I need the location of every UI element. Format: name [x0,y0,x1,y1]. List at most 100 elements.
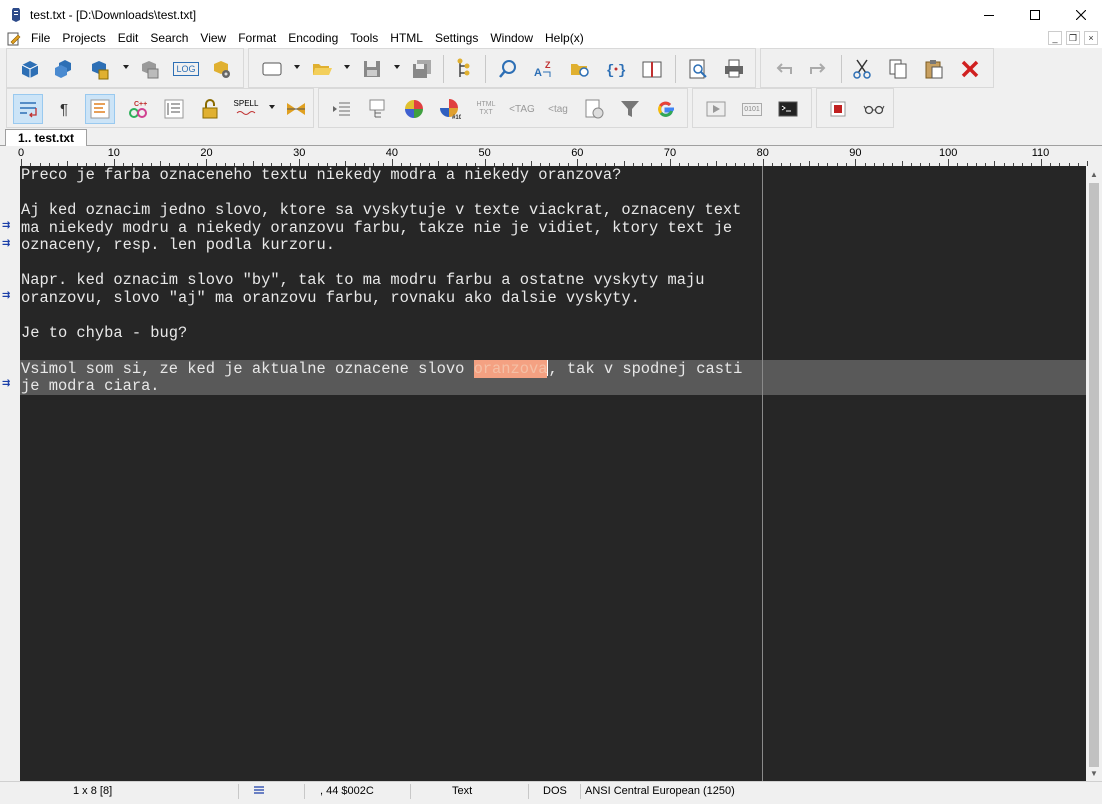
record-macro-button[interactable] [823,94,853,124]
console-button[interactable] [773,94,803,124]
editor-line[interactable]: je modra ciara. [21,377,160,396]
open-project-button[interactable] [49,54,79,84]
dropdown-arrow-icon[interactable] [294,65,300,69]
dropdown-arrow-icon[interactable] [269,105,275,109]
new-project-button[interactable] [15,54,45,84]
menu-file[interactable]: File [25,29,56,48]
menu-encoding[interactable]: Encoding [282,29,344,48]
menu-html[interactable]: HTML [384,29,429,48]
open-file-button[interactable] [307,54,337,84]
editor-line-current[interactable]: Vsimol som si, ze ked je aktualne oznace… [21,360,742,378]
text-selection[interactable]: oranzova [473,360,548,378]
show-special-chars-button[interactable]: ¶ [49,94,79,124]
menu-edit[interactable]: Edit [112,29,145,48]
save-file-button[interactable] [357,54,387,84]
editor-line[interactable]: Preco je farba oznaceneho textu niekedy … [21,166,621,185]
uppercase-tags-button[interactable]: <TAG [507,94,537,124]
filter-button[interactable] [615,94,645,124]
menu-search[interactable]: Search [144,29,194,48]
search-icon [499,60,516,78]
run-button[interactable] [701,94,731,124]
html-to-txt-button[interactable]: HTML TXT [471,94,501,124]
indent-button[interactable] [327,94,357,124]
highlight-toggle[interactable] [85,94,115,124]
copy-button[interactable] [883,54,913,84]
editor-line[interactable]: ma niekedy modru a niekedy oranzovu farb… [21,219,732,238]
hex-edit-button[interactable]: 0101 [737,94,767,124]
toolbar-group-file: AZ {} [248,48,756,88]
paste-button[interactable] [919,54,949,84]
match-bracket-button[interactable]: {} [601,54,631,84]
file-tree-button[interactable] [449,54,479,84]
menu-format[interactable]: Format [232,29,282,48]
line-numbers-button[interactable] [159,94,189,124]
mdi-minimize-button[interactable]: _ [1048,31,1062,45]
replace-button[interactable]: AZ [529,54,559,84]
code-explorer-button[interactable] [363,94,393,124]
log-button[interactable]: LOG [171,54,201,84]
project-settings-button[interactable] [207,54,237,84]
ruler-label: 0 [18,147,25,159]
svg-text:C++: C++ [134,101,147,108]
google-search-button[interactable] [651,94,681,124]
print-button[interactable] [719,54,749,84]
new-file-button[interactable] [257,54,287,84]
bookmark-button[interactable] [637,54,667,84]
scroll-up-arrow-icon[interactable]: ▲ [1086,166,1102,182]
cut-button[interactable] [847,54,877,84]
line-numbers-icon [164,99,184,119]
close-project-button[interactable] [135,54,165,84]
mdi-restore-button[interactable]: ❐ [1066,31,1080,45]
funnel-icon [621,101,639,117]
delete-button[interactable] [955,54,985,84]
dropdown-arrow-icon[interactable] [344,65,350,69]
text-lines-icon [90,99,110,119]
menu-settings[interactable]: Settings [429,29,484,48]
word-wrap-toggle[interactable] [13,94,43,124]
tab-test-txt[interactable]: 1.. test.txt [5,129,88,146]
save-project-button[interactable] [85,54,115,84]
secondary-toolbar: ¶ C++ SPELL #10 HTML TXT <TAG <tag 0101 [0,88,1102,128]
scissors-icon [853,59,871,79]
color-picker-button[interactable] [399,94,429,124]
menu-view[interactable]: View [194,29,232,48]
undo-button[interactable] [769,54,799,84]
cube-icon [21,61,39,78]
dropdown-arrow-icon[interactable] [394,65,400,69]
menu-tools[interactable]: Tools [344,29,384,48]
compare-button[interactable] [281,94,311,124]
editor-line[interactable]: Napr. ked oznacim slovo "by", tak to ma … [21,271,704,290]
print-preview-button[interactable] [683,54,713,84]
dropdown-arrow-icon[interactable] [123,65,129,69]
glasses-button[interactable] [859,94,889,124]
search-in-files-button[interactable] [565,54,595,84]
text-editor[interactable]: Preco je farba oznaceneho textu niekedy … [20,166,1086,781]
code-syntax-button[interactable]: C++ [123,94,153,124]
menu-window[interactable]: Window [484,29,539,48]
lowercase-tags-button[interactable]: <tag [543,94,573,124]
vertical-scrollbar[interactable]: ▲ ▼ [1086,166,1102,781]
scroll-down-arrow-icon[interactable]: ▼ [1086,765,1102,781]
search-button[interactable] [493,54,523,84]
edit-mode[interactable]: Text [452,782,472,801]
mdi-close-button[interactable]: × [1084,31,1098,45]
scrollbar-thumb[interactable] [1089,183,1099,767]
file-encoding[interactable]: ANSI Central European (1250) [585,782,735,801]
word-wrap-status-icon[interactable] [252,782,266,801]
editor-line[interactable]: Je to chyba - bug? [21,324,187,343]
save-all-button[interactable] [407,54,437,84]
menu-help[interactable]: Help(x) [539,29,590,48]
read-only-button[interactable] [195,94,225,124]
spell-check-button[interactable]: SPELL [231,94,261,124]
color-palette-button[interactable]: #10 [435,94,465,124]
editor-line[interactable]: oznaceny, resp. len podla kurzoru. [21,236,335,255]
maximize-button[interactable] [1012,0,1058,29]
minimize-button[interactable] [966,0,1012,29]
close-button[interactable] [1058,0,1102,29]
redo-button[interactable] [803,54,833,84]
editor-line[interactable]: oranzovu, slovo "aj" ma oranzovu farbu, … [21,289,640,308]
editor-line[interactable]: Aj ked oznacim jedno slovo, ktore sa vys… [21,201,741,220]
line-ending[interactable]: DOS [543,782,567,801]
web-preview-button[interactable] [579,94,609,124]
menu-projects[interactable]: Projects [56,29,111,48]
